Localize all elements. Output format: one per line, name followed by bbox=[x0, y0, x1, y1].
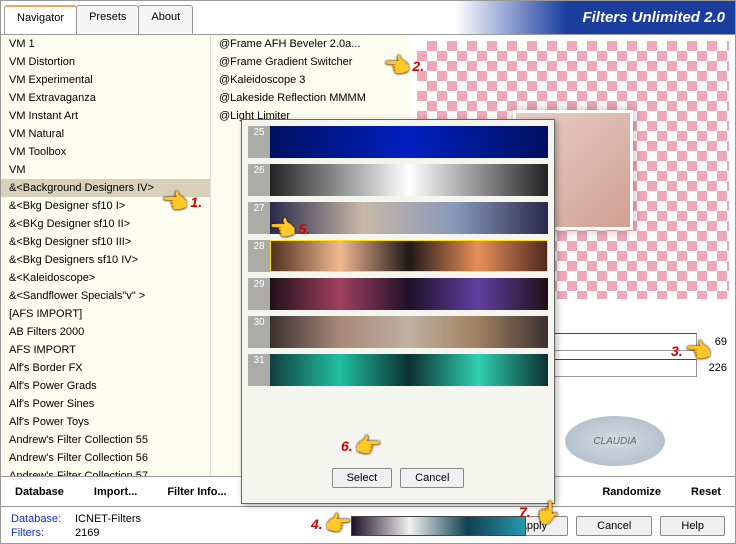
gradient-row[interactable]: 25 bbox=[248, 126, 548, 158]
gradient-number: 25 bbox=[248, 126, 270, 158]
category-list[interactable]: VM 1VM DistortionVM ExperimentalVM Extra… bbox=[1, 35, 211, 476]
gradient-row[interactable]: 30 bbox=[248, 316, 548, 348]
category-item[interactable]: Alf's Power Sines bbox=[1, 395, 210, 413]
database-button[interactable]: Database bbox=[15, 486, 64, 498]
category-item[interactable]: [AFS IMPORT] bbox=[1, 305, 210, 323]
gradient-list[interactable]: 25 26 27 28 29 30 31 bbox=[242, 120, 554, 460]
gradient-swatch bbox=[270, 164, 548, 196]
category-item[interactable]: VM 1 bbox=[1, 35, 210, 53]
category-item[interactable]: &<Sandflower Specials"v" > bbox=[1, 287, 210, 305]
gradient-number: 30 bbox=[248, 316, 270, 348]
category-item[interactable]: VM bbox=[1, 161, 210, 179]
category-item[interactable]: &<Bkg Designer sf10 III> bbox=[1, 233, 210, 251]
watermark-logo: CLAUDIA bbox=[565, 416, 665, 466]
gradient-popup: 25 26 27 28 29 30 31 Select Cancel bbox=[241, 119, 555, 504]
category-item[interactable]: Andrew's Filter Collection 56 bbox=[1, 449, 210, 467]
import-button[interactable]: Import... bbox=[94, 486, 137, 498]
tab-presets[interactable]: Presets bbox=[76, 5, 139, 34]
tab-navigator[interactable]: Navigator bbox=[4, 5, 77, 34]
randomize-button[interactable]: Randomize bbox=[602, 486, 661, 498]
footer-info: Database: ICNET-Filters Filters: 2169 bbox=[11, 513, 141, 539]
category-item[interactable]: VM Instant Art bbox=[1, 107, 210, 125]
gradient-swatch bbox=[270, 316, 548, 348]
category-item[interactable]: &<BKg Designer sf10 II> bbox=[1, 215, 210, 233]
category-item[interactable]: AFS IMPORT bbox=[1, 341, 210, 359]
filter-item[interactable]: @Frame AFH Beveler 2.0a... bbox=[211, 35, 411, 53]
gradient-row[interactable]: 27 bbox=[248, 202, 548, 234]
help-button[interactable]: Help bbox=[660, 516, 725, 536]
filter-item[interactable]: @Lakeside Reflection MMMM bbox=[211, 89, 411, 107]
category-item[interactable]: Alf's Border FX bbox=[1, 359, 210, 377]
filters-label: Filters: bbox=[11, 527, 69, 539]
gradient-number: 27 bbox=[248, 202, 270, 234]
gradient-row[interactable]: 26 bbox=[248, 164, 548, 196]
filter-item[interactable]: @Kaleidoscope 3 bbox=[211, 71, 411, 89]
db-label: Database: bbox=[11, 513, 69, 525]
category-item[interactable]: Alf's Power Grads bbox=[1, 377, 210, 395]
gradient-preview-bar[interactable] bbox=[351, 516, 526, 536]
category-item[interactable]: Andrew's Filter Collection 55 bbox=[1, 431, 210, 449]
category-item[interactable]: Alf's Power Toys bbox=[1, 413, 210, 431]
filters-value: 2169 bbox=[75, 527, 99, 539]
gradient-swatch bbox=[270, 126, 548, 158]
gradient-number: 28 bbox=[248, 240, 270, 272]
gradient-row[interactable]: 29 bbox=[248, 278, 548, 310]
category-item[interactable]: VM Distortion bbox=[1, 53, 210, 71]
gradient-row[interactable]: 31 bbox=[248, 354, 548, 386]
slider-2-value: 226 bbox=[697, 362, 727, 374]
category-item[interactable]: &<Bkg Designer sf10 I> bbox=[1, 197, 210, 215]
gradient-swatch bbox=[270, 240, 548, 272]
category-item[interactable]: &<Kaleidoscope> bbox=[1, 269, 210, 287]
select-button[interactable]: Select bbox=[332, 468, 393, 488]
tab-about[interactable]: About bbox=[138, 5, 193, 34]
reset-button[interactable]: Reset bbox=[691, 486, 721, 498]
cancel-button[interactable]: Cancel bbox=[400, 468, 464, 488]
gradient-swatch bbox=[270, 202, 548, 234]
gradient-row[interactable]: 28 bbox=[248, 240, 548, 272]
filter-item[interactable]: @Frame Gradient Switcher bbox=[211, 53, 411, 71]
category-item[interactable]: VM Natural bbox=[1, 125, 210, 143]
category-item[interactable]: VM Toolbox bbox=[1, 143, 210, 161]
category-item[interactable]: &<Background Designers IV> bbox=[1, 179, 210, 197]
category-item[interactable]: &<Bkg Designers sf10 IV> bbox=[1, 251, 210, 269]
app-title: Filters Unlimited 2.0 bbox=[582, 9, 725, 26]
gradient-number: 31 bbox=[248, 354, 270, 386]
gradient-number: 29 bbox=[248, 278, 270, 310]
gradient-swatch bbox=[270, 354, 548, 386]
filter-info-button[interactable]: Filter Info... bbox=[167, 486, 226, 498]
db-value: ICNET-Filters bbox=[75, 513, 141, 525]
category-item[interactable]: AB Filters 2000 bbox=[1, 323, 210, 341]
app-title-banner: Filters Unlimited 2.0 bbox=[455, 1, 735, 34]
category-item[interactable]: VM Experimental bbox=[1, 71, 210, 89]
category-item[interactable]: Andrew's Filter Collection 57 bbox=[1, 467, 210, 476]
footer-cancel-button[interactable]: Cancel bbox=[576, 516, 652, 536]
category-item[interactable]: VM Extravaganza bbox=[1, 89, 210, 107]
gradient-swatch bbox=[270, 278, 548, 310]
footer: Database:ICNET-Filters Filters:2169 Appl… bbox=[1, 506, 735, 544]
slider-1-value: 69 bbox=[697, 336, 727, 348]
gradient-number: 26 bbox=[248, 164, 270, 196]
